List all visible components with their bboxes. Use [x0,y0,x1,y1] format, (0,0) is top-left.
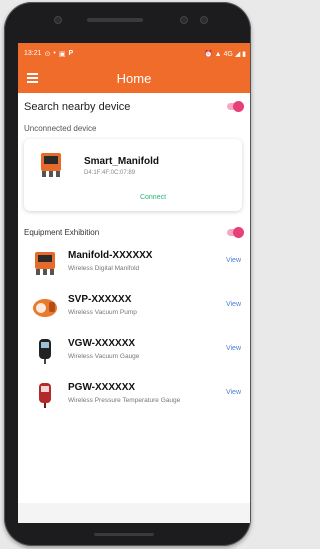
manifold-icon [41,153,61,177]
list-item[interactable]: Manifold-XXXXXX Wireless Digital Manifol… [18,241,250,285]
app-bar: Home [18,64,250,93]
equipment-desc: Wireless Vacuum Gauge [68,353,140,360]
equipment-desc: Wireless Digital Manifold [68,265,140,272]
pressure-gauge-icon [39,383,51,408]
status-right-icons: ⏰ ▲ 4G ◢ ▮ [204,50,246,58]
vacuum-gauge-icon [39,339,51,364]
list-item[interactable]: PGW-XXXXXX Wireless Pressure Temperature… [18,373,250,417]
equipment-name: Manifold-XXXXXX [68,250,153,261]
view-button[interactable]: View [226,257,241,264]
equipment-exhibition-row: Equipment Exhibition [18,223,250,241]
image-icon: ▣ [58,50,66,58]
dot-icon: • [53,50,56,57]
view-button[interactable]: View [226,301,241,308]
toggle-knob [233,226,244,238]
equipment-name: VGW-XXXXXX [68,338,136,349]
toggle-knob [233,101,244,112]
device-mac: D4:1F:4F:0C:07:89 [84,170,136,176]
equipment-exhibition-toggle[interactable] [227,226,244,238]
view-button[interactable]: View [226,345,241,352]
status-time: 13:21 [24,50,42,57]
p-icon: P [68,50,74,57]
manifold-icon [35,252,55,275]
equipment-list: Manifold-XXXXXX Wireless Digital Manifol… [18,241,250,417]
bottom-area [18,503,250,523]
equipment-desc: Wireless Vacuum Pump [68,309,137,316]
menu-icon[interactable] [27,73,38,83]
vacuum-pump-icon [33,299,57,317]
equipment-name: PGW-XXXXXX [68,382,136,393]
earpiece [87,18,143,22]
search-nearby-row: Search nearby device [18,93,250,120]
connect-button[interactable]: Connect [123,194,183,201]
view-button[interactable]: View [226,389,241,396]
search-nearby-label: Search nearby device [24,100,131,113]
device-card[interactable]: Smart_Manifold D4:1F:4F:0C:07:89 Connect [24,139,242,211]
front-camera [54,16,62,24]
device-name: Smart_Manifold [84,156,160,167]
equipment-desc: Wireless Pressure Temperature Gauge [68,397,181,404]
phone-bottom-bar [94,533,154,536]
page-title: Home [116,71,152,86]
phone-frame: 13:21 ⊙ • ▣ P ⏰ ▲ 4G ◢ ▮ Home Search nea… [4,2,251,546]
equipment-exhibition-label: Equipment Exhibition [24,227,100,237]
status-bar: 13:21 ⊙ • ▣ P ⏰ ▲ 4G ◢ ▮ [18,43,250,64]
list-item[interactable]: VGW-XXXXXX Wireless Vacuum Gauge View [18,329,250,373]
list-item[interactable]: SVP-XXXXXX Wireless Vacuum Pump View [18,285,250,329]
search-nearby-toggle[interactable] [227,101,244,112]
equipment-name: SVP-XXXXXX [68,294,132,305]
unconnected-device-label: Unconnected device [24,124,97,133]
sensor-dot [180,16,188,24]
sensor-dot [200,16,208,24]
sync-icon: ⊙ [44,50,51,58]
screen: 13:21 ⊙ • ▣ P ⏰ ▲ 4G ◢ ▮ Home Search nea… [18,43,250,523]
